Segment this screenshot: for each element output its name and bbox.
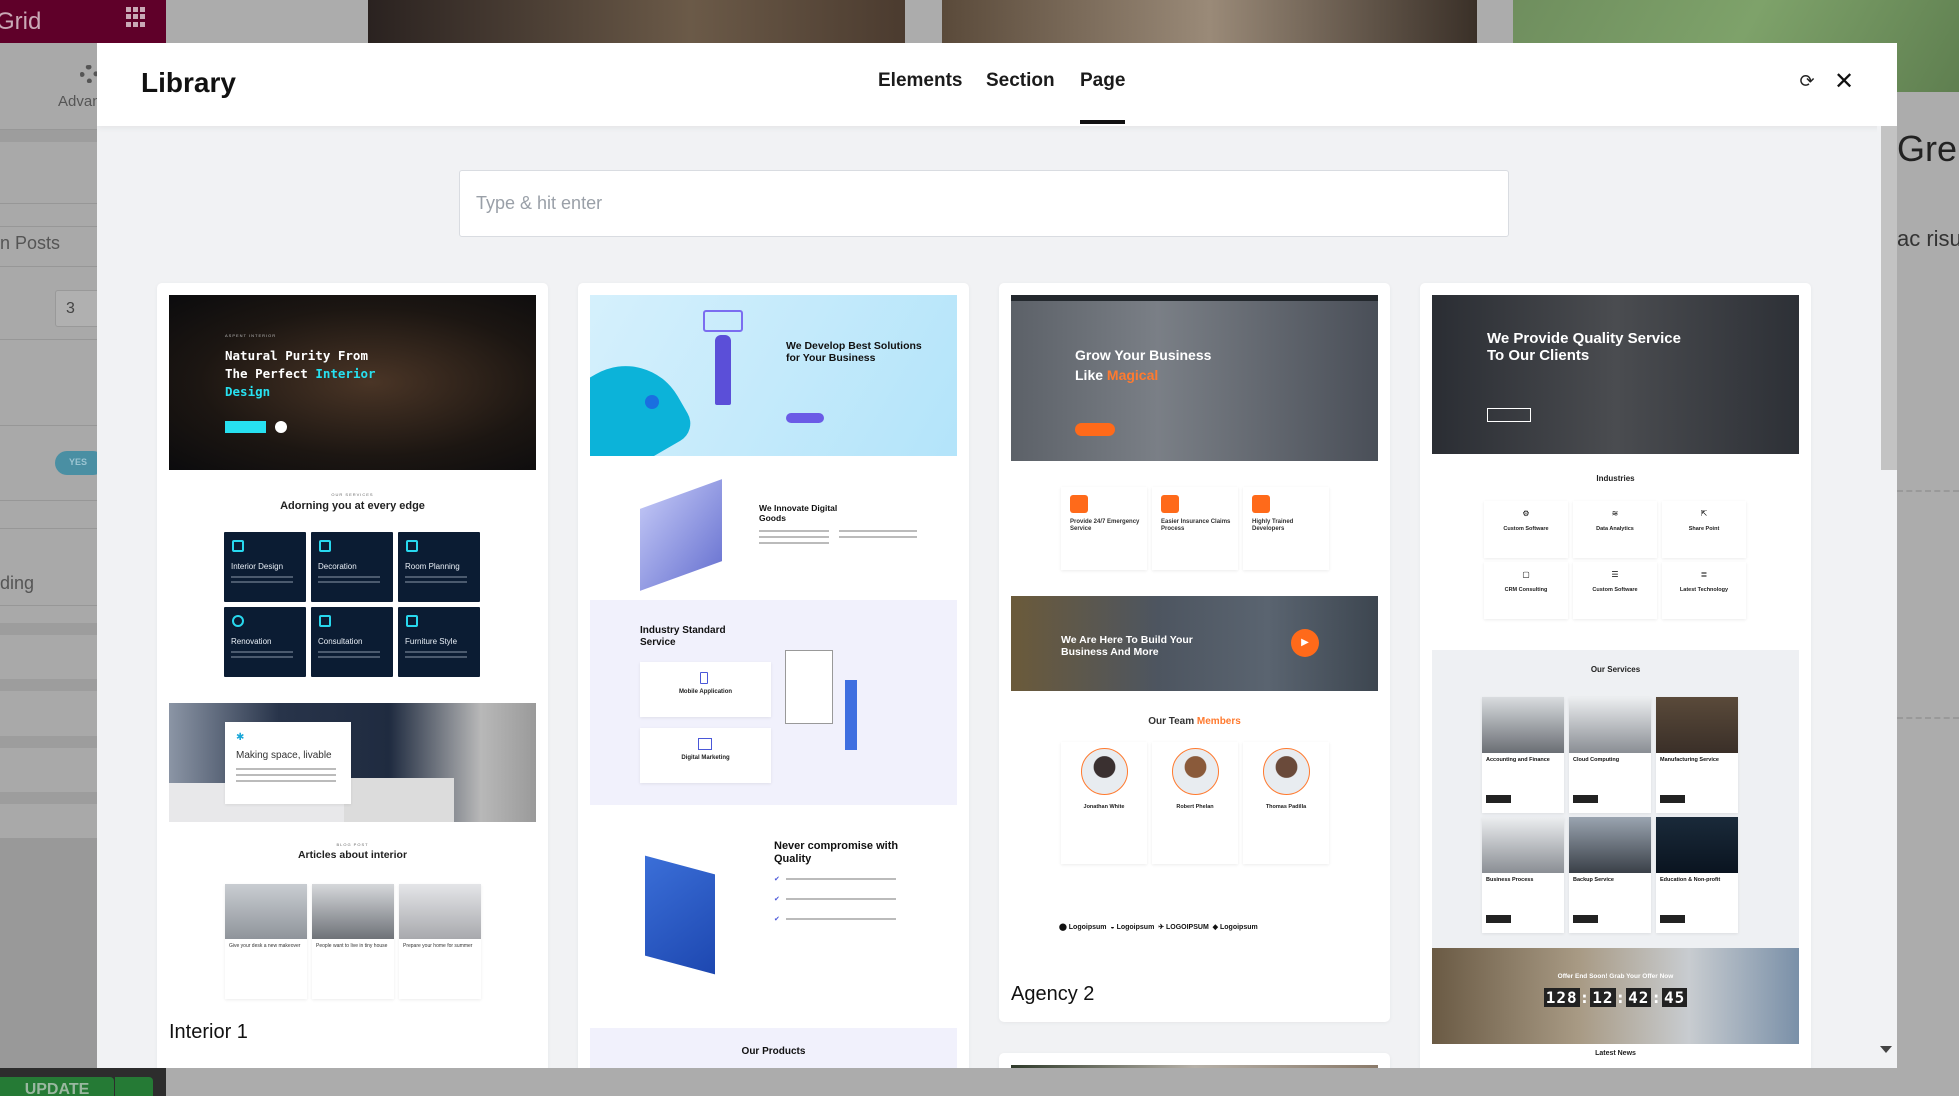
scroll-down-arrow-icon[interactable] bbox=[1880, 1046, 1892, 1053]
editor-title: Grid bbox=[0, 8, 42, 35]
tab-section[interactable]: Section bbox=[986, 70, 1055, 92]
apps-grid-icon[interactable] bbox=[126, 7, 146, 27]
countdown-timer: 128:12:42:45 bbox=[1543, 988, 1688, 1007]
template-label[interactable]: Interior 1 bbox=[169, 1021, 536, 1044]
close-icon[interactable]: ✕ bbox=[1832, 67, 1856, 95]
preview-area: Gre ac risus bbox=[1897, 92, 1959, 1068]
template-thumbnail[interactable]: ASPENT INTERIOR Natural Purity From The P… bbox=[169, 295, 536, 1010]
modal-header: Library Elements Section Page ⟳ ✕ bbox=[97, 43, 1897, 126]
play-icon bbox=[275, 421, 287, 433]
template-card[interactable] bbox=[999, 1053, 1390, 1068]
template-label[interactable]: Agency 2 bbox=[1011, 983, 1378, 1006]
editor-panel: Advanced n Posts 3 YES ding bbox=[0, 43, 125, 1068]
template-thumbnail[interactable]: We Provide Quality Service To Our Client… bbox=[1432, 295, 1799, 1068]
avatar bbox=[1263, 748, 1310, 795]
preview-image bbox=[368, 0, 905, 43]
editor-footer: UPDATE bbox=[0, 1068, 166, 1096]
template-card-it-services[interactable]: We Provide Quality Service To Our Client… bbox=[1420, 283, 1811, 1068]
gear-icon bbox=[80, 65, 98, 83]
preview-heading: Gre bbox=[1897, 128, 1958, 169]
refresh-icon[interactable]: ⟳ bbox=[1797, 71, 1817, 93]
preview-text: ac risus bbox=[1897, 226, 1959, 251]
tab-page[interactable]: Page bbox=[1080, 70, 1126, 124]
update-button[interactable]: UPDATE bbox=[0, 1077, 114, 1096]
template-thumbnail[interactable] bbox=[1011, 1065, 1378, 1068]
modal-title: Library bbox=[141, 67, 236, 98]
update-options-button[interactable] bbox=[115, 1077, 153, 1096]
template-thumbnail[interactable]: Grow Your Business Like Magical Provide 2… bbox=[1011, 295, 1378, 967]
search-input[interactable] bbox=[459, 170, 1509, 237]
template-thumbnail[interactable]: We Develop Best Solutions for Your Busin… bbox=[590, 295, 957, 1068]
client-logos: ⬤ Logoipsum ◒ Logoipsum ✈ LOGOIPSUM ◆ Lo… bbox=[1059, 924, 1258, 931]
heading-label: ding bbox=[0, 573, 35, 593]
avatar bbox=[1172, 748, 1219, 795]
play-icon: ▶ bbox=[1291, 629, 1319, 657]
preview-image bbox=[942, 0, 1477, 43]
library-modal: Library Elements Section Page ⟳ ✕ ASPENT… bbox=[97, 43, 1897, 1068]
template-card-business[interactable]: We Develop Best Solutions for Your Busin… bbox=[578, 283, 969, 1068]
hero-heading: Natural Purity From The Perfect Interior D… bbox=[225, 348, 376, 399]
scrollbar-thumb[interactable] bbox=[1881, 126, 1897, 470]
tab-elements[interactable]: Elements bbox=[878, 70, 962, 92]
editor-topbar: Grid bbox=[0, 0, 166, 43]
template-card-interior-1[interactable]: ASPENT INTERIOR Natural Purity From The P… bbox=[157, 283, 548, 1068]
posts-label: n Posts bbox=[0, 233, 61, 253]
avatar bbox=[1081, 748, 1128, 795]
network-icon bbox=[698, 738, 712, 750]
hero-heading: Grow Your Business Like Magical bbox=[1075, 347, 1212, 383]
template-card-agency-2[interactable]: Grow Your Business Like Magical Provide 2… bbox=[999, 283, 1390, 1022]
mobile-icon bbox=[700, 672, 708, 684]
